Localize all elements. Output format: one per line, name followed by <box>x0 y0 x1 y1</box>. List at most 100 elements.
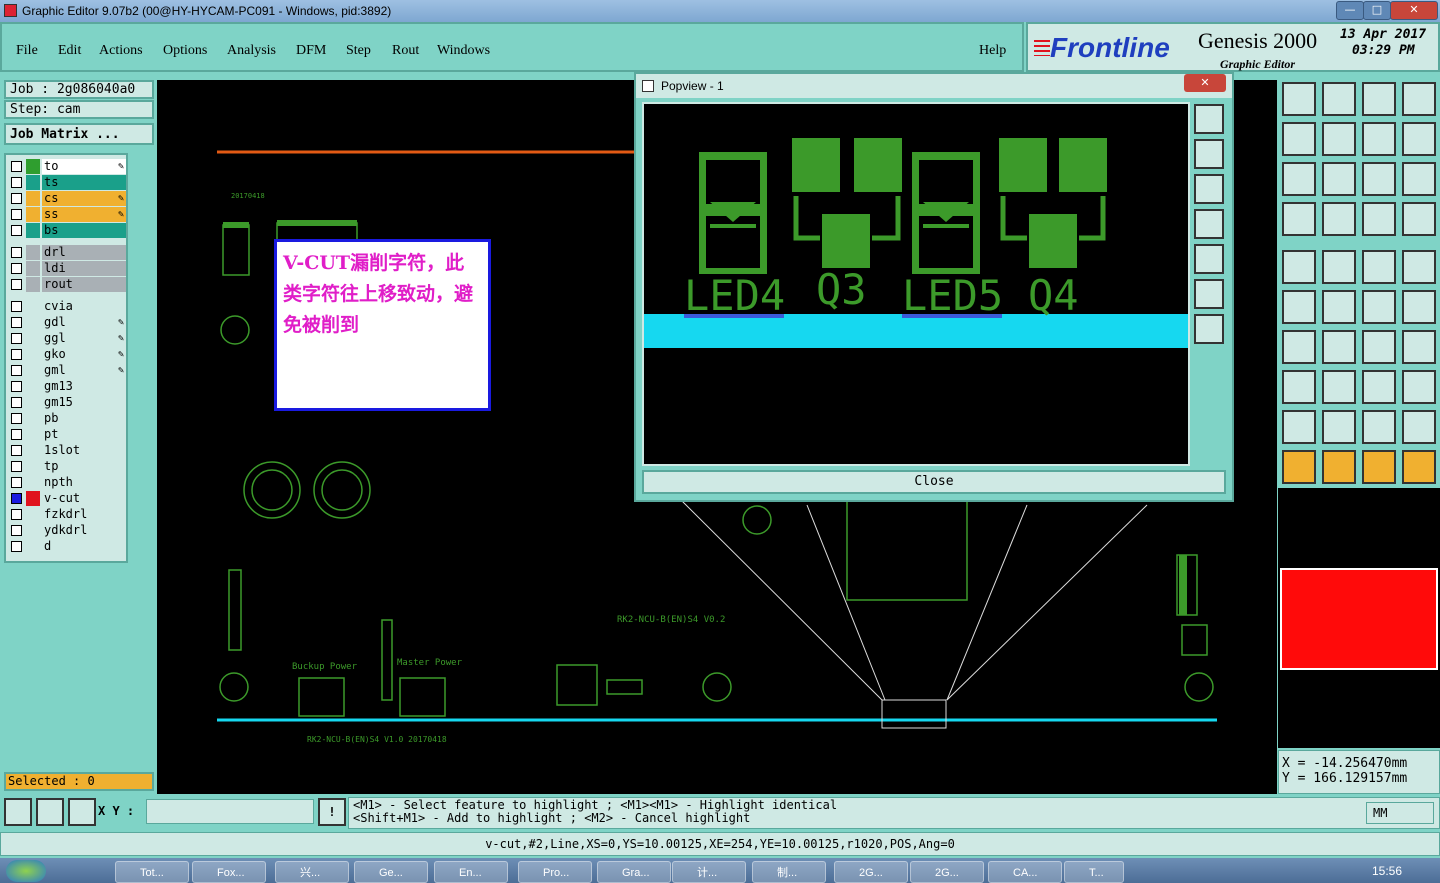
layers-b-icon[interactable] <box>1402 202 1436 236</box>
popview-pan-right-icon[interactable] <box>1194 244 1224 274</box>
minus-icon[interactable] <box>1322 370 1356 404</box>
units-selector[interactable]: MM <box>1366 802 1434 824</box>
rotate-icon[interactable] <box>1402 122 1436 156</box>
layer-checkbox[interactable] <box>11 349 22 360</box>
taskbar-item[interactable]: 计... <box>672 861 746 883</box>
layer-name[interactable]: v-cut <box>42 491 126 506</box>
layer-checkbox[interactable] <box>11 525 22 536</box>
job-matrix-button[interactable]: Job Matrix ... <box>4 123 154 145</box>
pointer-icon[interactable] <box>1282 450 1316 484</box>
select-circle-icon[interactable] <box>1362 450 1396 484</box>
popview-zoom-in-icon[interactable] <box>1194 279 1224 309</box>
home-icon[interactable] <box>1362 82 1396 116</box>
menu-rout[interactable]: Rout <box>392 43 419 59</box>
popview-zoom-out-icon[interactable] <box>1194 314 1224 344</box>
layer-row[interactable]: cs ✎ <box>8 191 126 206</box>
menu-file[interactable]: File <box>16 43 38 59</box>
layer-name[interactable]: npth <box>42 475 126 490</box>
popview-close-x[interactable]: ✕ <box>1184 74 1226 92</box>
scale-icon[interactable] <box>1362 162 1396 196</box>
layer-row[interactable]: 1slot <box>8 443 126 458</box>
angle-icon[interactable] <box>1282 330 1316 364</box>
taskbar-item[interactable]: 2G... <box>834 861 908 883</box>
layer-name[interactable]: 1slot <box>42 443 126 458</box>
layer-checkbox[interactable] <box>11 247 22 258</box>
zoom-icon[interactable] <box>1322 162 1356 196</box>
layer-row[interactable]: drl <box>8 245 126 260</box>
layer-row[interactable]: ggl ✎ <box>8 331 126 346</box>
layer-name[interactable]: to ✎ <box>42 159 126 174</box>
layer-checkbox[interactable] <box>11 161 22 172</box>
layer-name[interactable]: bs <box>42 223 126 238</box>
layers-a-icon[interactable] <box>1362 202 1396 236</box>
layer-row[interactable]: gko ✎ <box>8 347 126 362</box>
layer-row[interactable]: gm15 <box>8 395 126 410</box>
measure-icon[interactable] <box>36 798 64 826</box>
popview-close-button[interactable]: Close <box>642 470 1226 494</box>
menu-step[interactable]: Step <box>346 43 371 59</box>
select-box-icon[interactable] <box>1322 450 1356 484</box>
fit-icon[interactable] <box>1282 162 1316 196</box>
ruler-icon[interactable] <box>1362 250 1396 284</box>
layer-row[interactable]: pb <box>8 411 126 426</box>
layer-row[interactable]: bs <box>8 223 126 238</box>
layer-name[interactable]: ts <box>42 175 126 190</box>
taskbar-item[interactable]: T... <box>1064 861 1124 883</box>
pad-select-icon[interactable] <box>1282 370 1316 404</box>
layer-name[interactable]: gko ✎ <box>42 347 126 362</box>
layer-checkbox[interactable] <box>11 225 22 236</box>
layer-checkbox[interactable] <box>11 209 22 220</box>
layer-row[interactable]: pt <box>8 427 126 442</box>
layer-checkbox[interactable] <box>11 445 22 456</box>
layer-checkbox[interactable] <box>11 509 22 520</box>
menu-actions[interactable]: Actions <box>99 43 143 59</box>
taskbar-item[interactable]: Gra... <box>597 861 671 883</box>
layer-checkbox[interactable] <box>11 493 22 504</box>
overview-board-preview[interactable] <box>1280 568 1438 670</box>
layer-name[interactable]: pb <box>42 411 126 426</box>
layer-checkbox[interactable] <box>11 317 22 328</box>
popview-canvas[interactable]: LED4 Q3 LED5 Q4 <box>642 102 1190 466</box>
menu-edit[interactable]: Edit <box>58 43 81 59</box>
layer-name[interactable]: drl <box>42 245 126 260</box>
taskbar-item[interactable]: Ge... <box>354 861 428 883</box>
move-icon[interactable] <box>1362 122 1396 156</box>
layer-checkbox[interactable] <box>11 461 22 472</box>
select-poly-icon[interactable] <box>1402 450 1436 484</box>
layer-row[interactable]: tp <box>8 459 126 474</box>
taskbar-item[interactable]: Tot... <box>115 861 189 883</box>
square-icon[interactable] <box>1402 250 1436 284</box>
help-icon[interactable] <box>1402 162 1436 196</box>
layer-name[interactable]: cvia <box>42 299 126 314</box>
layer-name[interactable]: fzkdrl <box>42 507 126 522</box>
layer-name[interactable]: gm15 <box>42 395 126 410</box>
step-up-icon[interactable] <box>1282 82 1316 116</box>
popview-pan-down-icon[interactable] <box>1194 174 1224 204</box>
connect-icon[interactable] <box>1282 290 1316 324</box>
triangle-a-icon[interactable] <box>1282 410 1316 444</box>
layer-checkbox[interactable] <box>11 263 22 274</box>
draw-line-icon[interactable] <box>1322 250 1356 284</box>
node-icon[interactable] <box>1402 290 1436 324</box>
layer-row[interactable]: ydkdrl <box>8 523 126 538</box>
layer-name[interactable]: gml ✎ <box>42 363 126 378</box>
layer-row[interactable]: to ✎ <box>8 159 126 174</box>
layer-row[interactable]: gm13 <box>8 379 126 394</box>
layer-checkbox[interactable] <box>11 477 22 488</box>
layer-checkbox[interactable] <box>11 333 22 344</box>
cross-icon[interactable] <box>1322 290 1356 324</box>
fillet-icon[interactable] <box>1402 330 1436 364</box>
layer-row[interactable]: rout <box>8 277 126 292</box>
layer-row[interactable]: d <box>8 539 126 554</box>
layer-checkbox[interactable] <box>11 177 22 188</box>
layer-checkbox[interactable] <box>11 279 22 290</box>
right-icon[interactable] <box>1322 122 1356 156</box>
layer-name[interactable]: pt <box>42 427 126 442</box>
taskbar-item[interactable]: Fox... <box>192 861 266 883</box>
layer-checkbox[interactable] <box>11 397 22 408</box>
triangle-b-icon[interactable] <box>1322 410 1356 444</box>
layer-name[interactable]: gm13 <box>42 379 126 394</box>
taskbar-item[interactable]: CA... <box>988 861 1062 883</box>
settings-icon[interactable] <box>1282 202 1316 236</box>
taskbar-item[interactable]: Pro... <box>518 861 592 883</box>
